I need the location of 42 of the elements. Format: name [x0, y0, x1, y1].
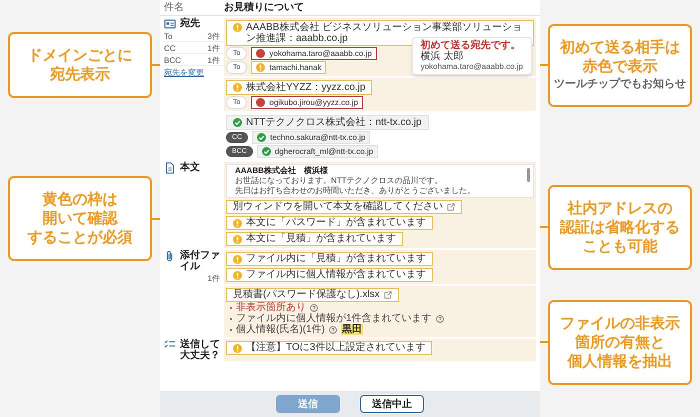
- preview-line: 先日はお打ち合わせのお時間いただき、ありがとうございました。: [235, 186, 476, 196]
- count-value: 1件: [206, 274, 221, 283]
- callout-text: 初めて送る相手は 赤色で表示: [560, 38, 680, 76]
- count-value: 3件: [208, 32, 220, 41]
- tooltip-address: yokohama.taro@aaabb.co.jp: [420, 62, 523, 72]
- section-label: 送信して大丈夫？: [180, 339, 221, 361]
- callout-text: 社内アドレスの 認証は省略化する ことも可能: [560, 198, 680, 256]
- check-text: 個人情報(氏名)(1件): [236, 324, 325, 335]
- preview-line: お世話になっております。NTTテクノクロスの品川です。: [235, 176, 444, 186]
- notice-text: 【注意】TOに3件以上設定されています: [246, 342, 426, 354]
- count-value: 1件: [208, 56, 220, 65]
- section-label: 本文: [180, 162, 201, 173]
- file-name: 見積書(パスワード保護なし).xlsx: [233, 289, 380, 301]
- highlighted-name: 黒田: [340, 324, 363, 335]
- domain-text: 株式会社YYZZ：yyzz.co.jp: [246, 82, 366, 93]
- address-text: techno.sakura@ntt-tx.co.jp: [270, 132, 366, 144]
- notice-text: ファイル内に個人情報が含まれています: [246, 269, 426, 281]
- notice-text: ファイル内に「見積」が含まれています: [246, 253, 426, 265]
- notice-text: 本文に「見積」が含まれています: [246, 233, 396, 245]
- address-text: dgherocraft_ml@ntt-tx.co.jp: [274, 146, 374, 158]
- count-label: BCC: [164, 56, 181, 65]
- address-text: ogikubo.jirou@yyzz.co.jp: [269, 96, 358, 108]
- subject-text: お見積りについて: [224, 0, 304, 15]
- callout-text: ドメインごとに 宛先表示: [28, 46, 132, 84]
- address-text: tamachi.hanak: [269, 62, 322, 74]
- count-label: CC: [164, 44, 176, 53]
- check-text: 非表示箇所あり: [236, 302, 306, 313]
- check-text: ファイル内に個人情報が1件含まれています: [236, 313, 432, 324]
- section-label: 宛先: [180, 18, 201, 29]
- count-label: To: [164, 32, 172, 41]
- callout-text: ファイルの非表示 箇所の有無と 個人情報を抽出: [560, 314, 680, 370]
- callout-note: ツールチップでもお知らせ: [554, 76, 686, 92]
- address-text: yokohama.taro@aaabb.co.jp: [269, 48, 372, 60]
- domain-text: NTTテクノクロス株式会社：ntt-tx.co.jp: [246, 117, 422, 128]
- notice-text: 別ウィンドウを開いて本文を確認してください: [233, 201, 443, 213]
- section-label: 添付ファイル: [180, 250, 221, 272]
- callout-text: 黄色の枠は 開いて確認 することが必須: [28, 190, 132, 247]
- count-value: 1件: [208, 44, 220, 53]
- notice-text: 本文に「パスワード」が含まれています: [246, 217, 426, 229]
- field-label: 件名: [163, 1, 185, 15]
- tooltip-name: 横浜 太郎: [420, 51, 464, 62]
- preview-line: AAABB株式会社 横浜様: [235, 166, 329, 176]
